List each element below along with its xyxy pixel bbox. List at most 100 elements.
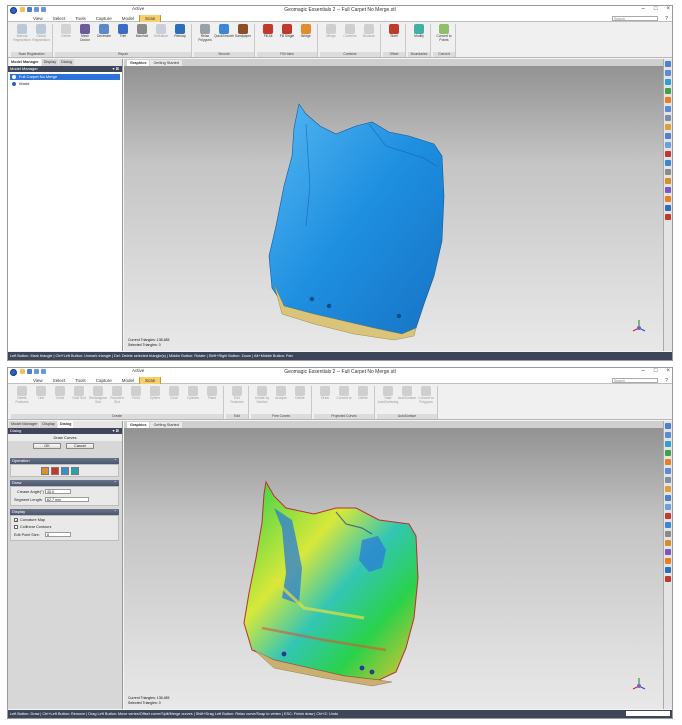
view-tool-icon[interactable] <box>665 106 671 112</box>
crease-angle-input[interactable]: 45.0 <box>45 489 71 494</box>
tree-item-world[interactable]: World <box>10 81 29 87</box>
mesh-doctor-button[interactable]: Mesh Doctor <box>76 24 94 52</box>
view-tool-icon[interactable] <box>665 441 671 447</box>
view-tool-icon[interactable] <box>665 61 671 67</box>
global-registration-button[interactable]: Global Registration <box>32 24 50 52</box>
view-tool-icon[interactable] <box>665 178 671 184</box>
search-input[interactable]: Search <box>612 16 658 21</box>
panel-tab-model-manager[interactable]: Model Manager <box>9 421 40 428</box>
tab-select[interactable]: Select <box>48 377 71 384</box>
line-button[interactable]: Line <box>32 386 50 414</box>
view-tool-icon[interactable] <box>665 567 671 573</box>
draw-curve-button[interactable] <box>41 467 49 475</box>
view-tool-icon[interactable] <box>665 79 671 85</box>
view-tool-icon[interactable] <box>665 88 671 94</box>
view-tool-icon[interactable] <box>665 486 671 492</box>
autosurface-button[interactable]: AutoSurface <box>398 386 416 414</box>
tab-select[interactable]: Select <box>48 15 71 22</box>
tab-capture[interactable]: Capture <box>91 15 117 22</box>
view-tool-icon[interactable] <box>665 540 671 546</box>
tab-model[interactable]: Model <box>117 377 139 384</box>
trim-button[interactable]: Trim <box>114 24 132 52</box>
panel-tab-display[interactable]: Display <box>41 59 59 66</box>
view-tool-icon[interactable] <box>665 70 671 76</box>
view-tool-icon[interactable] <box>665 133 671 139</box>
fill-single-button[interactable]: Fill Single <box>278 24 296 52</box>
shell-button[interactable]: Shell <box>385 24 403 52</box>
edit-point-size-input[interactable]: 8 <box>45 532 71 537</box>
view-tool-icon[interactable] <box>665 531 671 537</box>
delete-features-button[interactable]: Delete Features <box>13 386 31 414</box>
convert-to-points-button[interactable]: Convert to Points <box>435 24 453 52</box>
view-tool-icon[interactable] <box>665 558 671 564</box>
manifold-button[interactable]: Manifold <box>133 24 151 52</box>
plane-button[interactable]: Plane <box>203 386 221 414</box>
tab-scan[interactable]: Scan <box>139 377 162 384</box>
view-tool-icon[interactable] <box>665 115 671 121</box>
boolean-button[interactable]: Boolean <box>360 24 378 52</box>
view-tool-icon[interactable] <box>665 187 671 193</box>
view-tool-icon[interactable] <box>665 450 671 456</box>
mesh-model-curvature-map[interactable] <box>124 428 665 711</box>
convert-to-button[interactable]: Convert to <box>335 386 353 414</box>
view-tool-icon[interactable] <box>665 151 671 157</box>
view-tool-icon[interactable] <box>665 495 671 501</box>
tab-scan[interactable]: Scan <box>139 15 162 22</box>
panel-tab-dialog[interactable]: Dialog <box>57 421 74 428</box>
manual-registration-button[interactable]: Manual Registration <box>13 24 31 52</box>
search-input[interactable]: Search <box>612 378 658 383</box>
view-tool-icon[interactable] <box>665 504 671 510</box>
view-tool-icon[interactable] <box>665 432 671 438</box>
mesh-model-blue[interactable] <box>124 66 665 353</box>
cone-button[interactable]: Cone <box>165 386 183 414</box>
point-button[interactable]: Point <box>127 386 145 414</box>
delete-button[interactable]: Delete <box>354 386 372 414</box>
minimize-icon[interactable]: – <box>642 6 645 12</box>
view-tool-icon[interactable] <box>665 459 671 465</box>
oval-slot-button[interactable]: Oval Slot <box>70 386 88 414</box>
convert-to-polygons-button[interactable]: Convert to Polygons <box>417 386 435 414</box>
sphere-button[interactable]: Sphere <box>146 386 164 414</box>
cylinder-button[interactable]: Cylinder <box>184 386 202 414</box>
status-input[interactable] <box>626 711 670 716</box>
maximize-icon[interactable]: □ <box>654 368 658 374</box>
panel-tab-model-manager[interactable]: Model Manager <box>9 59 41 66</box>
ok-button[interactable]: OK <box>33 443 61 449</box>
pin-icon[interactable]: ▾ ⊠ <box>113 66 119 72</box>
bridge-button[interactable]: Bridge <box>297 24 315 52</box>
tree-item-model[interactable]: Full Carpet No Merge <box>10 74 120 80</box>
analyze-button[interactable]: Analyze <box>272 386 290 414</box>
quicksmooth-button[interactable]: QuickSmooth <box>214 24 234 52</box>
circle-button[interactable]: Circle <box>51 386 69 414</box>
draw-button[interactable]: Draw <box>316 386 334 414</box>
tab-model[interactable]: Model <box>117 15 139 22</box>
edit-features-button[interactable]: Edit Features <box>228 386 246 414</box>
sandpaper-button[interactable]: Sandpaper <box>234 24 252 52</box>
view-tool-icon[interactable] <box>665 468 671 474</box>
tab-tools[interactable]: Tools <box>70 377 91 384</box>
rewrap-button[interactable]: Rewrap <box>171 24 189 52</box>
graphics-viewport[interactable]: Graphics Getting Started Current Triangl… <box>124 421 663 709</box>
decimate-button[interactable]: Decimate <box>95 24 113 52</box>
panel-tab-display[interactable]: Display <box>40 421 57 428</box>
cancel-button[interactable]: Cancel <box>66 443 94 449</box>
fill-all-button[interactable]: Fill All <box>259 24 277 52</box>
graphics-viewport[interactable]: Graphics Getting Started Current Triangl… <box>124 59 663 351</box>
maximize-icon[interactable]: □ <box>654 6 658 12</box>
view-tool-icon[interactable] <box>665 549 671 555</box>
tab-view[interactable]: View <box>28 377 48 384</box>
panel-tab-dialog[interactable]: Dialog <box>59 59 74 66</box>
combine-button[interactable]: Combine <box>341 24 359 52</box>
view-tool-icon[interactable] <box>665 205 671 211</box>
relax-polygons-button[interactable]: Relax Polygons <box>196 24 214 52</box>
segment-length-input[interactable]: 62.7 mm <box>45 497 89 502</box>
view-tool-icon[interactable] <box>665 576 671 582</box>
curvature-map-checkbox[interactable]: ✓ <box>14 518 18 523</box>
view-tool-icon[interactable] <box>665 214 671 220</box>
view-tool-icon[interactable] <box>665 169 671 175</box>
view-tool-icon[interactable] <box>665 97 671 103</box>
close-icon[interactable]: × <box>666 368 670 374</box>
tab-view[interactable]: View <box>28 15 48 22</box>
view-tool-icon[interactable] <box>665 196 671 202</box>
merge-button[interactable]: Merge <box>322 24 340 52</box>
